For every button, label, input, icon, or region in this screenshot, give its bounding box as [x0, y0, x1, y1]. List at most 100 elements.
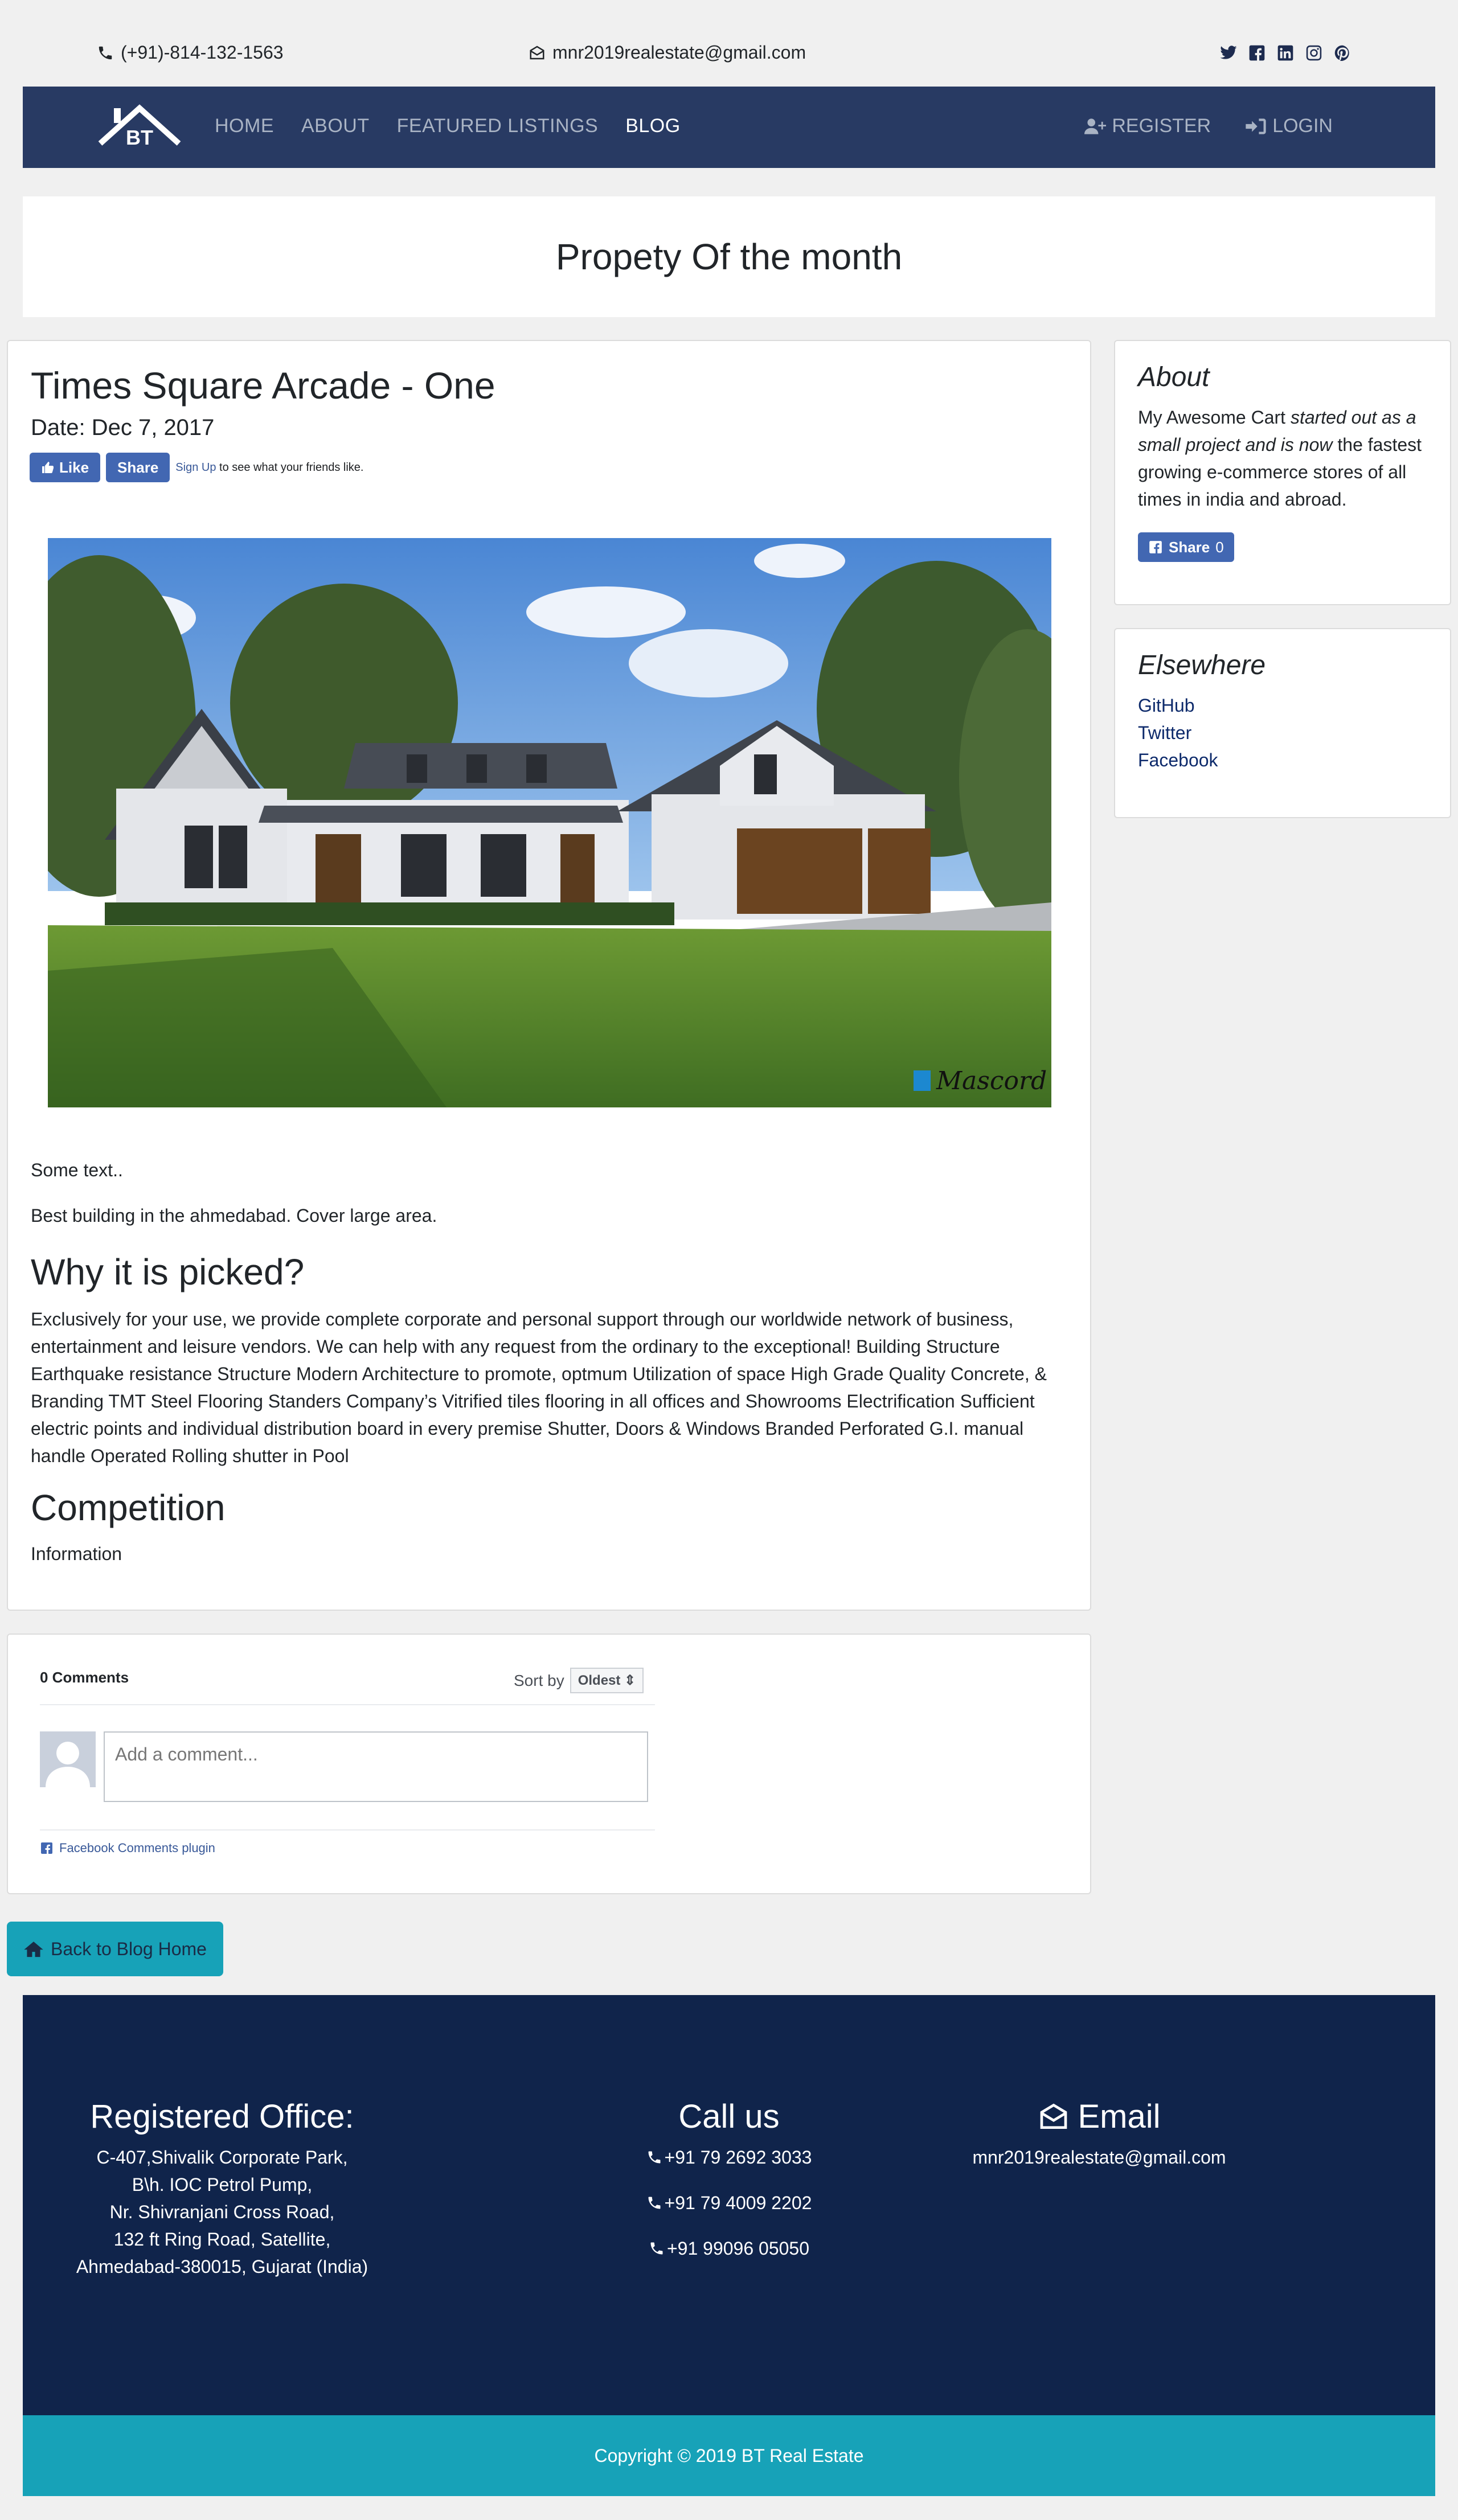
- comment-count: 0 Comments: [40, 1669, 129, 1686]
- linkedin-icon[interactable]: [1276, 43, 1295, 63]
- login-label: LOGIN: [1272, 115, 1333, 137]
- post-text-1: Some text..: [31, 1160, 123, 1180]
- why-heading: Why it is picked?: [31, 1251, 305, 1292]
- plugin-label: Facebook Comments plugin: [59, 1841, 215, 1855]
- hero-title: Propety Of the month: [555, 236, 903, 277]
- why-body: Exclusively for your use, we provide com…: [31, 1309, 1047, 1466]
- pinterest-icon[interactable]: [1333, 43, 1352, 63]
- phone-number: +91 79 2692 3033: [664, 2146, 812, 2168]
- fb-like-button[interactable]: Like: [30, 453, 101, 482]
- footer-phone-2[interactable]: +91 79 4009 2202: [598, 2189, 860, 2217]
- fb-share-label: Share: [117, 458, 159, 476]
- nav-home[interactable]: HOME: [215, 115, 274, 137]
- contact-phone[interactable]: (+91)-814-132-1563: [97, 42, 284, 63]
- property-photo: Mascord: [48, 538, 1051, 1107]
- nav-links: HOME ABOUT FEATURED LISTINGS BLOG: [215, 115, 681, 137]
- avatar: [40, 1731, 96, 1787]
- office-title: Registered Office:: [90, 2098, 354, 2135]
- fb-like-label: Like: [59, 458, 89, 476]
- link-facebook[interactable]: Facebook: [1138, 746, 1218, 774]
- divider: [40, 1829, 655, 1831]
- comment-sort: Sort by Oldest ⇕: [514, 1668, 644, 1693]
- competition-heading: Competition: [31, 1487, 226, 1528]
- elsewhere-title: Elsewhere: [1138, 650, 1266, 680]
- email-title-row: Email: [945, 2098, 1253, 2136]
- copyright-text: Copyright © 2019 BT Real Estate: [594, 2445, 864, 2466]
- address-line: 132 ft Ring Road, Satellite,: [113, 2229, 331, 2250]
- address-line: C-407,Shivalik Corporate Park,: [96, 2147, 348, 2168]
- address-line: Ahmedabad-380015, Gujarat (India): [76, 2256, 368, 2277]
- comment-input[interactable]: Add a comment...: [104, 1731, 648, 1802]
- fb-signup-suffix: to see what your friends like.: [216, 461, 364, 474]
- sign-in-icon: [1246, 118, 1266, 134]
- contact-phone-text: (+91)-814-132-1563: [121, 42, 284, 63]
- sort-value: Oldest: [578, 1673, 621, 1688]
- call-title: Call us: [678, 2098, 780, 2135]
- phone-icon: [648, 2151, 661, 2164]
- footer-phone-3[interactable]: +91 99096 05050: [598, 2235, 860, 2262]
- facebook-square-icon: [41, 1842, 52, 1854]
- competition-body: Information: [31, 1544, 122, 1564]
- facebook-square-icon: [1149, 541, 1162, 553]
- share-label: Share: [1169, 538, 1210, 556]
- facebook-icon[interactable]: [1247, 43, 1267, 63]
- register-label: REGISTER: [1112, 115, 1211, 137]
- footer-email-address[interactable]: mnr2019realestate@gmail.com: [945, 2144, 1253, 2171]
- fb-comments-widget: 0 Comments Sort by Oldest ⇕ Add a commen…: [7, 1634, 1091, 1894]
- nav-about[interactable]: ABOUT: [301, 115, 370, 137]
- phone-icon: [99, 46, 112, 59]
- contact-email-text: mnr2019realestate@gmail.com: [552, 42, 806, 63]
- fb-like-widget: Like Share Sign Up to see what your frie…: [30, 453, 363, 482]
- nav-auth: REGISTER LOGIN: [1084, 115, 1333, 137]
- login-link[interactable]: LOGIN: [1245, 115, 1333, 137]
- register-link[interactable]: REGISTER: [1084, 115, 1211, 137]
- post-card: Times Square Arcade - One Date: Dec 7, 2…: [7, 340, 1091, 1611]
- copyright-bar: Copyright © 2019 BT Real Estate: [23, 2415, 1435, 2496]
- footer-phone-1[interactable]: +91 79 2692 3033: [598, 2144, 860, 2171]
- sidebar-about: About My Awesome Cart started out as a s…: [1114, 340, 1451, 605]
- home-icon: [24, 1942, 43, 1957]
- contact-email[interactable]: mnr2019realestate@gmail.com: [529, 42, 806, 63]
- comments-plugin-link[interactable]: Facebook Comments plugin: [40, 1841, 215, 1856]
- post-text-2: Best building in the ahmedabad. Cover la…: [31, 1205, 437, 1226]
- fb-share-button[interactable]: Share: [106, 453, 170, 482]
- instagram-icon[interactable]: [1304, 43, 1324, 63]
- about-title: About: [1138, 362, 1210, 392]
- brand-logo[interactable]: BT: [97, 104, 182, 149]
- footer: Registered Office: C-407,Shivalik Corpor…: [23, 1995, 1435, 2415]
- phone-number: +91 79 4009 2202: [664, 2192, 812, 2213]
- email-title: Email: [1078, 2098, 1161, 2135]
- sidebar-elsewhere: Elsewhere GitHub Twitter Facebook: [1114, 628, 1451, 818]
- fb-signup-link[interactable]: Sign Up: [175, 461, 216, 474]
- logo-text: BT: [126, 126, 153, 149]
- office-address: C-407,Shivalik Corporate Park, B\h. IOC …: [74, 2144, 370, 2280]
- divider: [40, 1704, 655, 1705]
- fb-signup-text: Sign Up to see what your friends like.: [175, 461, 363, 474]
- thumbs-up-icon: [42, 462, 54, 473]
- envelope-open-icon: [1041, 2103, 1067, 2129]
- footer-office: Registered Office: C-407,Shivalik Corpor…: [74, 2098, 370, 2280]
- about-prefix: My Awesome Cart: [1138, 407, 1291, 428]
- share-count: 0: [1215, 538, 1224, 556]
- image-signature: Mascord: [936, 1066, 1047, 1095]
- link-twitter[interactable]: Twitter: [1138, 719, 1218, 746]
- user-plus-icon: [1084, 118, 1107, 134]
- sort-select[interactable]: Oldest ⇕: [570, 1668, 644, 1693]
- envelope-open-icon: [530, 46, 544, 59]
- navbar: BT HOME ABOUT FEATURED LISTINGS BLOG REG…: [23, 87, 1435, 168]
- fb-share-sidebar-button[interactable]: Share 0: [1138, 532, 1234, 562]
- nav-blog[interactable]: BLOG: [625, 115, 680, 137]
- post-title: Times Square Arcade - One: [31, 364, 495, 407]
- back-to-blog-button[interactable]: Back to Blog Home: [7, 1922, 223, 1976]
- footer-email: Email mnr2019realestate@gmail.com: [945, 2098, 1253, 2171]
- footer-call: Call us +91 79 2692 3033 +91 79 4009 220…: [598, 2098, 860, 2280]
- phone-number: +91 99096 05050: [666, 2238, 810, 2259]
- elsewhere-links: GitHub Twitter Facebook: [1138, 692, 1218, 774]
- link-github[interactable]: GitHub: [1138, 692, 1218, 719]
- hero-banner: Propety Of the month: [23, 196, 1435, 317]
- twitter-icon[interactable]: [1219, 43, 1238, 63]
- nav-featured-listings[interactable]: FEATURED LISTINGS: [397, 115, 599, 137]
- social-links: [1219, 43, 1352, 63]
- sort-label: Sort by: [514, 1671, 564, 1689]
- address-line: B\h. IOC Petrol Pump,: [132, 2174, 313, 2195]
